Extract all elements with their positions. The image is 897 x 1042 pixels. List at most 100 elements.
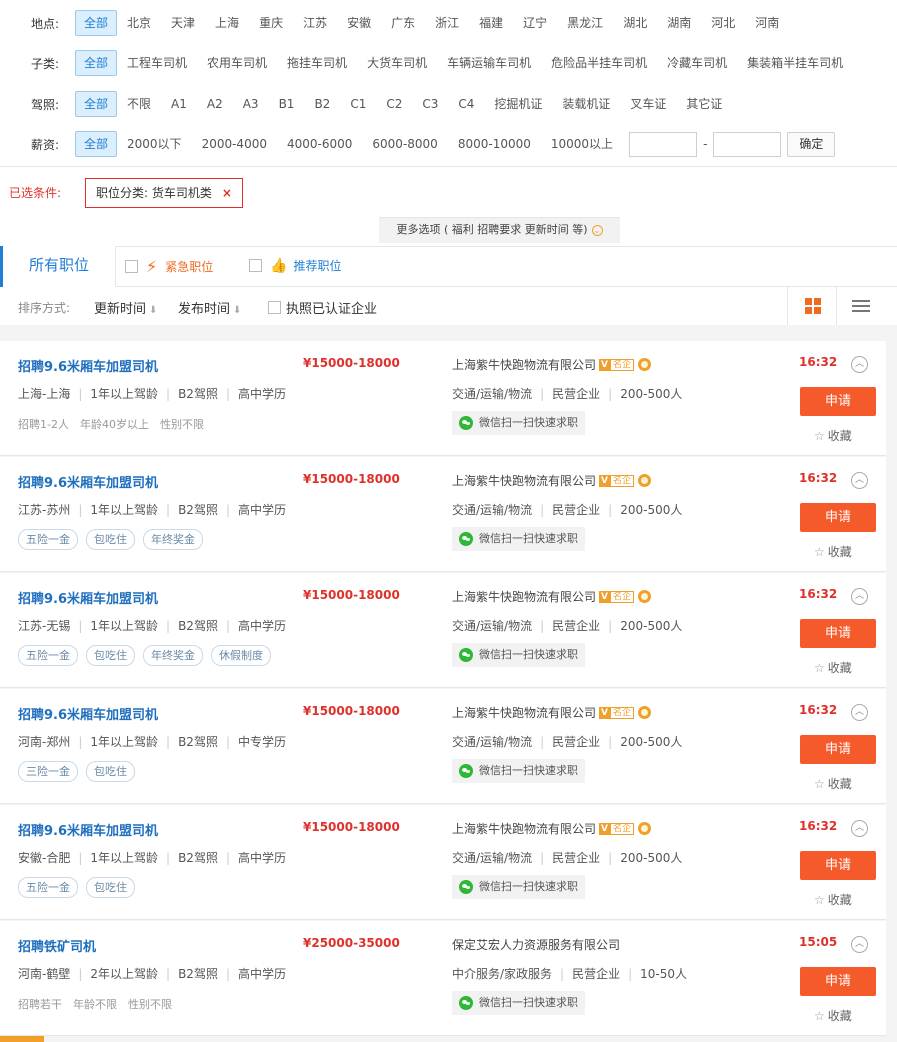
subcategory-option[interactable]: 危险品半挂车司机 <box>541 50 657 76</box>
location-option[interactable]: 天津 <box>161 10 205 36</box>
location-option[interactable]: 上海 <box>205 10 249 36</box>
license-option[interactable]: 不限 <box>117 91 161 117</box>
license-option[interactable]: 叉车证 <box>620 91 676 117</box>
favorite-button[interactable]: ☆ 收藏 <box>814 427 852 444</box>
salary-option[interactable]: 10000以上 <box>541 131 623 157</box>
subcategory-option[interactable]: 全部 <box>75 50 118 76</box>
tab-urgent-jobs[interactable]: ⚡ 紧急职位 <box>125 257 213 276</box>
apply-button[interactable]: 申请 <box>800 851 876 880</box>
location-option[interactable]: 重庆 <box>249 10 293 36</box>
license-option[interactable]: 挖掘机证 <box>484 91 552 117</box>
location-option[interactable]: 黑龙江 <box>557 10 613 36</box>
favorite-button[interactable]: ☆ 收藏 <box>814 1007 852 1024</box>
job-card[interactable]: 招聘9.6米厢车加盟司机 ¥15000-18000 安徽-合肥 | 1年以上驾龄 | B2驾… <box>0 805 886 920</box>
location-option[interactable]: 河北 <box>701 10 745 36</box>
license-option[interactable]: B1 <box>269 91 305 117</box>
chevron-up-icon[interactable]: ︿ <box>851 820 868 837</box>
subcategory-option[interactable]: 拖挂车司机 <box>277 50 357 76</box>
tab-all-jobs[interactable]: 所有职位 <box>0 246 116 287</box>
license-option[interactable]: C3 <box>412 91 448 117</box>
subcategory-option[interactable]: 车辆运输车司机 <box>437 50 541 76</box>
apply-button[interactable]: 申请 <box>800 619 876 648</box>
grid-view-button[interactable] <box>787 287 837 325</box>
subcategory-option[interactable]: 农用车司机 <box>197 50 277 76</box>
salary-min-input[interactable] <box>629 131 698 157</box>
location-option[interactable]: 安徽 <box>337 10 381 36</box>
license-option[interactable]: A1 <box>161 91 197 117</box>
apply-button[interactable]: 申请 <box>800 503 876 532</box>
job-card[interactable]: 招聘铁矿司机 ¥25000-35000 河南-鹤壁 | 2年以上驾龄 | B2驾照 | 高中学历… <box>0 921 886 1036</box>
location-option[interactable]: 江苏 <box>293 10 337 36</box>
subcategory-option[interactable]: 冷藏车司机 <box>657 50 737 76</box>
job-title[interactable]: 招聘9.6米厢车加盟司机 <box>18 704 158 723</box>
company-name[interactable]: 上海紫牛快跑物流有限公司 <box>452 472 596 489</box>
list-view-button[interactable] <box>838 287 886 325</box>
job-title[interactable]: 招聘9.6米厢车加盟司机 <box>18 472 158 491</box>
job-card[interactable]: 招聘9.6米厢车加盟司机 ¥15000-18000 上海-上海 | 1年以上驾龄 | B2驾… <box>0 341 886 456</box>
job-title[interactable]: 招聘9.6米厢车加盟司机 <box>18 588 158 607</box>
job-card[interactable]: 招聘9.6米厢车加盟司机 ¥15000-18000 江苏-无锡 | 1年以上驾龄 | B2驾… <box>0 573 886 688</box>
location-option[interactable]: 辽宁 <box>513 10 557 36</box>
tab-recommend-jobs[interactable]: 👍 推荐职位 <box>249 257 341 274</box>
favorite-button[interactable]: ☆ 收藏 <box>814 543 852 560</box>
chevron-up-icon[interactable]: ︿ <box>851 356 868 373</box>
certified-filter[interactable]: 执照已认证企业 <box>268 298 377 317</box>
chevron-up-icon[interactable]: ︿ <box>851 936 868 953</box>
job-title[interactable]: 招聘9.6米厢车加盟司机 <box>18 820 158 839</box>
subcategory-option[interactable]: 工程车司机 <box>117 50 197 76</box>
location-option[interactable]: 福建 <box>469 10 513 36</box>
wechat-apply[interactable]: 微信扫一扫快速求职 <box>452 759 585 783</box>
company-name[interactable]: 保定艾宏人力资源服务有限公司 <box>452 936 620 953</box>
job-title[interactable]: 招聘9.6米厢车加盟司机 <box>18 356 158 375</box>
location-option[interactable]: 浙江 <box>425 10 469 36</box>
license-option[interactable]: B2 <box>304 91 340 117</box>
location-option[interactable]: 湖北 <box>613 10 657 36</box>
salary-option[interactable]: 2000-4000 <box>192 131 277 157</box>
location-option[interactable]: 广东 <box>381 10 425 36</box>
license-option[interactable]: C1 <box>340 91 376 117</box>
wechat-apply[interactable]: 微信扫一扫快速求职 <box>452 875 585 899</box>
salary-confirm-button[interactable]: 确定 <box>787 131 836 157</box>
sort-update-time[interactable]: 更新时间 ⬇ <box>94 298 157 317</box>
sort-publish-time[interactable]: 发布时间 ⬇ <box>178 298 241 317</box>
location-option[interactable]: 北京 <box>117 10 161 36</box>
chevron-up-icon[interactable]: ︿ <box>851 704 868 721</box>
company-name[interactable]: 上海紫牛快跑物流有限公司 <box>452 588 596 605</box>
apply-button[interactable]: 申请 <box>800 735 876 764</box>
salary-option[interactable]: 全部 <box>75 131 118 157</box>
subcategory-option[interactable]: 集装箱半挂车司机 <box>737 50 853 76</box>
license-option[interactable]: C2 <box>376 91 412 117</box>
wechat-apply[interactable]: 微信扫一扫快速求职 <box>452 643 585 667</box>
salary-option[interactable]: 2000以下 <box>117 131 192 157</box>
certified-checkbox[interactable] <box>268 301 281 314</box>
close-icon[interactable]: × <box>222 186 232 200</box>
salary-option[interactable]: 6000-8000 <box>362 131 447 157</box>
location-option[interactable]: 全部 <box>75 10 118 36</box>
more-options-toggle[interactable]: 更多选项 ( 福利 招聘要求 更新时间 等) ⌄ <box>379 217 620 243</box>
apply-button[interactable]: 申请 <box>800 967 876 996</box>
company-name[interactable]: 上海紫牛快跑物流有限公司 <box>452 820 596 837</box>
chevron-up-icon[interactable]: ︿ <box>851 588 868 605</box>
license-option[interactable]: 其它证 <box>676 91 732 117</box>
company-name[interactable]: 上海紫牛快跑物流有限公司 <box>452 356 596 373</box>
salary-option[interactable]: 4000-6000 <box>277 131 362 157</box>
wechat-apply[interactable]: 微信扫一扫快速求职 <box>452 991 585 1015</box>
job-card[interactable]: 招聘9.6米厢车加盟司机 ¥15000-18000 河南-郑州 | 1年以上驾龄 | B2驾… <box>0 689 886 804</box>
license-option[interactable]: 全部 <box>75 91 118 117</box>
location-option[interactable]: 湖南 <box>657 10 701 36</box>
location-option[interactable]: 河南 <box>745 10 789 36</box>
favorite-button[interactable]: ☆ 收藏 <box>814 659 852 676</box>
license-option[interactable]: A3 <box>233 91 269 117</box>
wechat-apply[interactable]: 微信扫一扫快速求职 <box>452 527 585 551</box>
job-card[interactable]: 招聘9.6米厢车加盟司机 ¥15000-18000 江苏-苏州 | 1年以上驾龄 | B2驾… <box>0 457 886 572</box>
company-name[interactable]: 上海紫牛快跑物流有限公司 <box>452 704 596 721</box>
subcategory-option[interactable]: 大货车司机 <box>357 50 437 76</box>
license-option[interactable]: 装载机证 <box>552 91 620 117</box>
license-option[interactable]: C4 <box>448 91 484 117</box>
salary-option[interactable]: 8000-10000 <box>448 131 541 157</box>
recommend-checkbox[interactable] <box>249 259 262 272</box>
urgent-checkbox[interactable] <box>125 260 138 273</box>
selected-tag[interactable]: 职位分类: 货车司机类 × <box>85 178 243 208</box>
license-option[interactable]: A2 <box>197 91 233 117</box>
wechat-apply[interactable]: 微信扫一扫快速求职 <box>452 411 585 435</box>
